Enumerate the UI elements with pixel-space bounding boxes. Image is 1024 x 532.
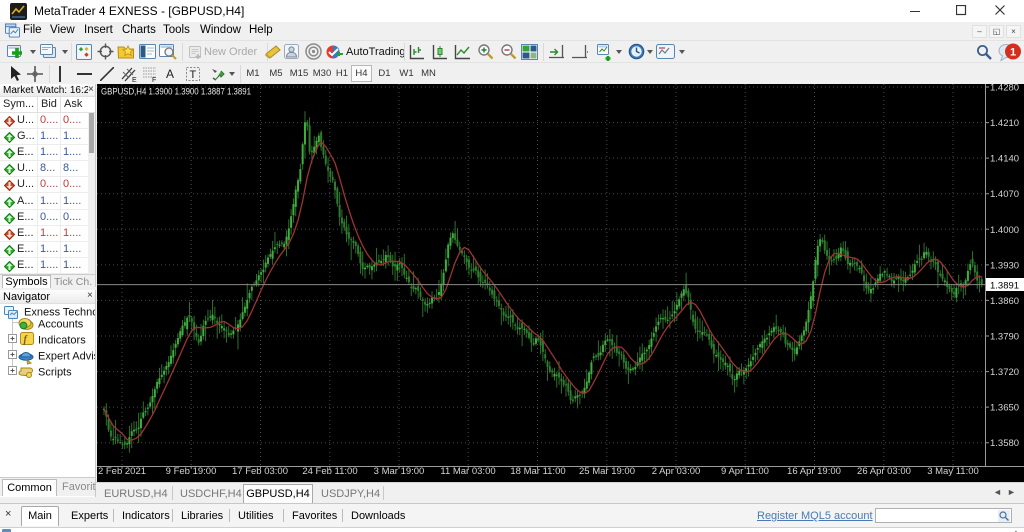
- svg-text:9 Apr 11:00: 9 Apr 11:00: [721, 466, 769, 477]
- svg-text:1.3860: 1.3860: [990, 296, 1019, 307]
- svg-text:1.3891: 1.3891: [990, 280, 1019, 291]
- svg-text:E: E: [132, 77, 137, 83]
- svg-text:F: F: [152, 77, 156, 83]
- svg-text:GBPUSD,H4 1.3900 1.3900 1.388: GBPUSD,H4 1.3900 1.3900 1.3887 1.3891: [101, 87, 251, 97]
- svg-text:Accounts: Accounts: [38, 319, 84, 331]
- svg-text:1.4070: 1.4070: [990, 189, 1019, 200]
- svg-text:24 Feb 11:00: 24 Feb 11:00: [302, 466, 357, 477]
- svg-text:1.4000: 1.4000: [990, 225, 1019, 236]
- svg-text:1.3790: 1.3790: [990, 332, 1019, 343]
- svg-text:1.4140: 1.4140: [990, 154, 1019, 165]
- svg-text:16 Apr 19:00: 16 Apr 19:00: [787, 466, 841, 477]
- svg-text:18 Mar 11:00: 18 Mar 11:00: [510, 466, 565, 477]
- svg-text:Expert Adviso: Expert Adviso: [38, 351, 95, 363]
- svg-text:25 Mar 19:00: 25 Mar 19:00: [579, 466, 635, 477]
- svg-text:26 Apr 03:00: 26 Apr 03:00: [857, 466, 911, 477]
- svg-text:Indicators: Indicators: [38, 335, 86, 347]
- svg-text:Exness Technolog: Exness Technolog: [24, 307, 95, 319]
- svg-text:9 Feb 19:00: 9 Feb 19:00: [166, 466, 217, 477]
- svg-text:3 Mar 19:00: 3 Mar 19:00: [374, 466, 425, 477]
- svg-text:17 Feb 03:00: 17 Feb 03:00: [232, 466, 288, 477]
- svg-text:11 Mar 03:00: 11 Mar 03:00: [440, 466, 495, 477]
- svg-text:1: 1: [1010, 47, 1016, 59]
- svg-text:2 Apr 03:00: 2 Apr 03:00: [652, 466, 701, 477]
- svg-text:1.3930: 1.3930: [990, 260, 1019, 271]
- svg-text:1.4210: 1.4210: [990, 118, 1019, 129]
- svg-text:2 Feb 2021: 2 Feb 2021: [98, 466, 146, 477]
- svg-text:T: T: [190, 69, 197, 81]
- svg-text:Scripts: Scripts: [38, 367, 72, 379]
- svg-text:1.4280: 1.4280: [990, 84, 1019, 94]
- svg-text:1.3720: 1.3720: [990, 367, 1019, 378]
- svg-text:1.3580: 1.3580: [990, 438, 1019, 449]
- svg-text:1.3650: 1.3650: [990, 403, 1019, 414]
- svg-text:3 May 11:00: 3 May 11:00: [927, 466, 979, 477]
